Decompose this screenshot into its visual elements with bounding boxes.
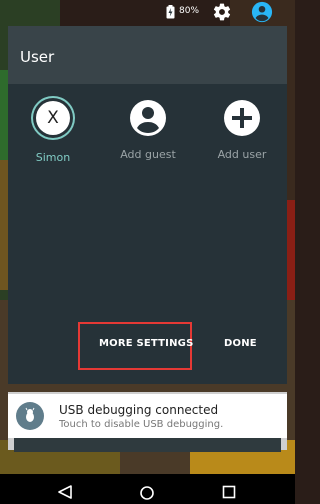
user-switcher-panel: User X Simon Add guest Add user MORE SET… xyxy=(8,26,287,384)
more-settings-button[interactable]: MORE SETTINGS xyxy=(99,338,193,349)
account-circle-icon[interactable] xyxy=(251,1,273,23)
panel-title: User xyxy=(20,48,55,66)
plus-icon xyxy=(224,100,260,136)
avatar-letter: X xyxy=(36,101,70,135)
notification-title: USB debugging connected xyxy=(59,403,219,417)
user-label-simon: Simon xyxy=(35,151,71,164)
battery-percentage: 80% xyxy=(179,6,200,16)
usb-debugging-notification[interactable]: USB debugging connected Touch to disable… xyxy=(8,394,287,438)
done-button[interactable]: DONE xyxy=(224,338,257,349)
add-guest[interactable]: Add guest xyxy=(103,98,193,168)
notification-stack-edge xyxy=(14,438,281,452)
panel-header: User xyxy=(8,26,287,84)
gear-icon[interactable] xyxy=(212,2,232,22)
battery-charging-icon xyxy=(166,5,175,19)
add-user[interactable]: Add user xyxy=(197,98,287,168)
android-bug-icon xyxy=(16,402,44,430)
back-icon[interactable] xyxy=(57,485,73,499)
status-bar: 80% xyxy=(0,0,295,26)
notification-subtitle: Touch to disable USB debugging. xyxy=(59,419,224,430)
recents-icon[interactable] xyxy=(222,485,236,499)
navigation-bar xyxy=(0,474,295,504)
avatar: X xyxy=(33,101,73,141)
user-label-add-user: Add user xyxy=(217,148,267,161)
user-label-add-guest: Add guest xyxy=(120,148,176,161)
person-icon xyxy=(130,100,166,136)
user-simon[interactable]: X Simon xyxy=(8,98,98,168)
home-icon[interactable] xyxy=(139,485,155,501)
